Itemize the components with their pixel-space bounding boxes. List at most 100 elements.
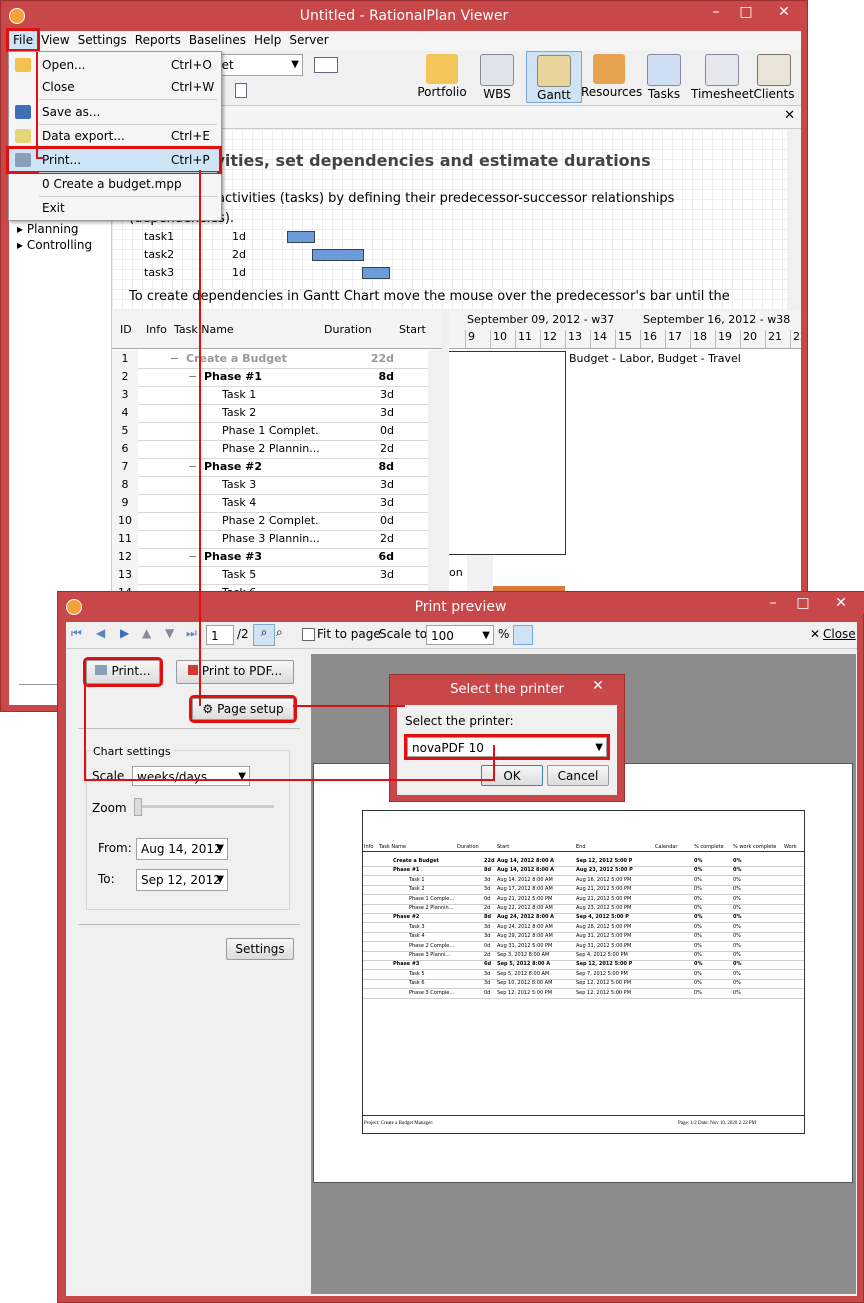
row-duration: 6d: [378, 550, 394, 563]
table-row[interactable]: 8 Task 3 3d: [112, 476, 428, 495]
table-row[interactable]: 6 Phase 2 Plannin... 2d: [112, 440, 428, 459]
from-date-picker[interactable]: Aug 14, 2012 ▼: [136, 838, 228, 860]
dialog-close-button[interactable]: ✕: [578, 675, 618, 697]
gantt-button[interactable]: Gantt: [526, 51, 582, 103]
portfolio-button[interactable]: Portfolio: [415, 51, 469, 101]
mail-icon[interactable]: [314, 57, 338, 73]
annotation-line: [199, 170, 201, 706]
menu-data-export[interactable]: Data export... Ctrl+E: [9, 125, 219, 147]
zoom-slider-thumb[interactable]: [134, 798, 142, 816]
paper-cell: Sep 12, 2012 5:00 P: [576, 858, 633, 864]
menu-open[interactable]: Open... Ctrl+O: [9, 54, 219, 76]
collapse-icon[interactable]: −: [188, 548, 198, 566]
row-id: 13: [112, 566, 138, 584]
menu-file[interactable]: File: [5, 28, 41, 52]
page-setup-button[interactable]: ⚙ Page setup: [189, 695, 297, 723]
paper-cell: Phase #2: [393, 914, 420, 921]
paper-cell: Sep 7, 2012 5:00 PM: [576, 970, 628, 977]
collapse-icon[interactable]: −: [188, 458, 198, 476]
menu-close[interactable]: Close Ctrl+W: [9, 76, 219, 98]
menu-server[interactable]: Server: [285, 31, 332, 49]
col-id[interactable]: ID: [120, 323, 132, 336]
table-row[interactable]: 3 Task 1 3d: [112, 386, 428, 405]
row-id: 8: [112, 476, 138, 494]
zoom-out-icon[interactable]: ⌕: [276, 625, 283, 640]
menu-view[interactable]: View: [37, 31, 73, 49]
col-info[interactable]: Info: [146, 323, 167, 336]
tree-planning[interactable]: ▸ Planning: [17, 222, 79, 236]
last-page-icon[interactable]: ⏭: [186, 626, 197, 641]
tasks-button[interactable]: Tasks: [637, 51, 691, 101]
timesheet-button[interactable]: Timesheet: [691, 51, 754, 101]
maximize-button[interactable]: □: [731, 1, 761, 23]
minimize-button[interactable]: –: [701, 1, 731, 23]
paper-cell: 0%: [733, 942, 741, 949]
menu-settings[interactable]: Settings: [74, 31, 131, 49]
table-row[interactable]: 11 Phase 3 Plannin... 2d: [112, 530, 428, 549]
table-row[interactable]: 7 − Phase #2 8d: [112, 458, 428, 477]
table-row[interactable]: 12 − Phase #3 6d: [112, 548, 428, 567]
paper-cell: 0%: [694, 895, 702, 902]
table-row[interactable]: 1 − Create a Budget 22d: [112, 350, 428, 369]
chart-scale-combo[interactable]: weeks/days ▼: [132, 766, 250, 786]
printer-combo[interactable]: novaPDF 10 ▼: [404, 734, 610, 760]
menu-save-as[interactable]: Save as...: [9, 101, 219, 123]
menu-exit[interactable]: Exit: [9, 197, 219, 219]
menu-print[interactable]: Print... Ctrl+P: [6, 146, 222, 174]
tree-controlling[interactable]: ▸ Controlling: [17, 238, 92, 252]
clients-button[interactable]: Clients: [747, 51, 801, 101]
doc-scrollbar[interactable]: [787, 129, 801, 309]
collapse-icon[interactable]: −: [170, 350, 180, 368]
table-row[interactable]: 9 Task 4 3d: [112, 494, 428, 513]
cancel-button[interactable]: Cancel: [547, 765, 609, 786]
preview-minimize-button[interactable]: –: [758, 592, 788, 614]
chart-settings-label: Chart settings: [91, 745, 173, 758]
file-menu: Open... Ctrl+O Close Ctrl+W Save as... Dat…: [6, 51, 222, 221]
collapse-icon[interactable]: −: [188, 368, 198, 386]
menu-help[interactable]: Help: [250, 31, 285, 49]
table-row[interactable]: 4 Task 2 3d: [112, 404, 428, 423]
row-duration: 3d: [380, 388, 394, 401]
page-down-icon[interactable]: ▼: [165, 626, 174, 640]
prev-page-icon[interactable]: ◀: [96, 626, 105, 640]
settings-button[interactable]: Settings: [226, 938, 294, 960]
preview-close-button[interactable]: ✕: [818, 592, 864, 614]
page-icon[interactable]: [235, 83, 247, 98]
fit-to-page-checkbox[interactable]: [302, 628, 315, 641]
preview-maximize-button[interactable]: □: [788, 592, 818, 614]
next-page-icon[interactable]: ▶: [120, 626, 129, 640]
menu-baselines[interactable]: Baselines: [185, 31, 250, 49]
close-preview-icon[interactable]: ✕: [810, 627, 820, 641]
col-start[interactable]: Start: [399, 323, 426, 336]
wbs-button[interactable]: WBS: [470, 51, 524, 101]
close-preview-link[interactable]: Close: [823, 627, 856, 641]
menu-recent-file[interactable]: 0 Create a budget.mpp: [9, 173, 219, 195]
scale-to-combo[interactable]: 100 ▼: [426, 625, 494, 645]
page-number-input[interactable]: 1: [206, 625, 234, 645]
print-settings-icon[interactable]: [513, 625, 533, 645]
print-to-pdf-button[interactable]: Print to PDF...: [176, 660, 294, 684]
project-combo[interactable]: get ▼: [209, 54, 303, 76]
col-duration[interactable]: Duration: [324, 323, 372, 336]
to-date-picker[interactable]: Sep 12, 2012 ▼: [136, 869, 228, 891]
paper-cell: Create a Budget: [393, 858, 439, 864]
paper-cell: 0%: [733, 914, 742, 921]
zoom-slider[interactable]: [134, 805, 274, 808]
ok-button[interactable]: OK: [481, 765, 543, 786]
first-page-icon[interactable]: ⏮: [71, 626, 82, 641]
col-task-name[interactable]: Task Name: [174, 323, 234, 336]
zoom-in-icon[interactable]: ⌕: [253, 624, 275, 646]
select-printer-dialog: Select the printer ✕ Select the printer:…: [389, 674, 625, 802]
panel-close-icon[interactable]: ✕: [784, 108, 795, 123]
resources-button[interactable]: Resources: [581, 51, 642, 101]
print-button[interactable]: Print...: [83, 657, 163, 687]
grid-scrollbar[interactable]: [428, 350, 442, 610]
page-up-icon[interactable]: ▲: [142, 626, 151, 640]
paper-cell: 3d: [484, 876, 491, 883]
main-close-button[interactable]: ✕: [761, 1, 807, 23]
menu-reports[interactable]: Reports: [131, 31, 185, 49]
table-row[interactable]: 2 − Phase #1 8d: [112, 368, 428, 387]
table-row[interactable]: 5 Phase 1 Complet... 0d: [112, 422, 428, 441]
table-row[interactable]: 13 Task 5 3d: [112, 566, 428, 585]
table-row[interactable]: 10 Phase 2 Complet... 0d: [112, 512, 428, 531]
